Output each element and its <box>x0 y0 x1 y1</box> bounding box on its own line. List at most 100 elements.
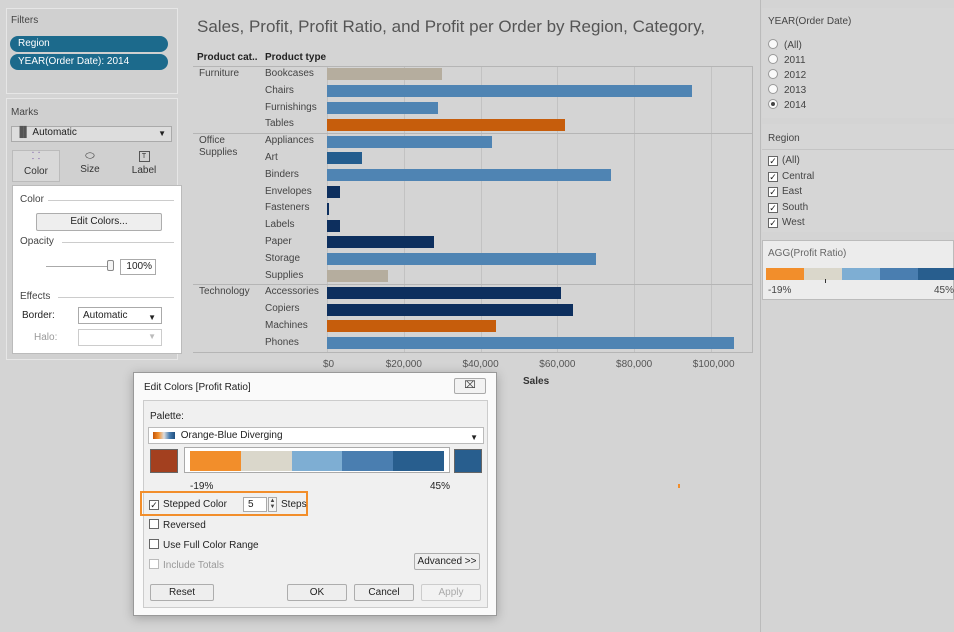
year-option-label: 2014 <box>784 100 807 111</box>
bar-chart-icon: ▐▌ <box>16 127 31 138</box>
radio-icon[interactable] <box>768 39 778 49</box>
col-header-type: Product type <box>265 52 327 63</box>
year-option[interactable]: 2013 <box>768 84 806 96</box>
bar-labels[interactable] <box>327 219 341 232</box>
radio-selected-icon[interactable] <box>768 99 778 109</box>
product-type-label: Tables <box>265 118 294 130</box>
legend-step-swatch <box>766 268 804 280</box>
edit-colors-button[interactable]: Edit Colors... <box>36 213 162 231</box>
checkbox-unchecked-icon <box>149 559 159 569</box>
bar-appliances[interactable] <box>327 135 493 148</box>
color-step-swatch <box>190 451 241 471</box>
label-button[interactable]: T Label <box>120 150 168 182</box>
product-type-label: Copiers <box>265 303 300 315</box>
checkbox-checked-icon[interactable]: ✓ <box>768 202 778 213</box>
checkbox-checked-icon[interactable]: ✓ <box>768 156 778 166</box>
bar-supplies[interactable] <box>327 270 389 282</box>
opacity-slider-handle[interactable] <box>107 260 114 271</box>
bar-furnishings[interactable] <box>327 102 439 114</box>
halo-dropdown[interactable]: ▼ <box>78 329 162 346</box>
filter-pill-year[interactable]: YEAR(Order Date): 2014 <box>10 54 168 70</box>
bar-phones[interactable] <box>327 337 734 350</box>
opacity-heading: Opacity <box>20 236 54 247</box>
bar-art[interactable] <box>327 152 362 165</box>
size-button-label: Size <box>80 164 100 175</box>
region-option[interactable]: ✓ West <box>768 217 805 228</box>
product-type-label: Supplies <box>265 269 304 281</box>
mark-type-dropdown[interactable]: ▐▌ Automatic ▼ <box>11 126 172 142</box>
full-range-checkbox[interactable]: Use Full Color Range <box>149 539 259 551</box>
color-heading: Color <box>20 194 44 205</box>
include-totals-checkbox[interactable]: Include Totals <box>149 559 224 571</box>
bar-storage[interactable] <box>327 253 596 266</box>
palette-dropdown[interactable]: Orange-Blue Diverging ▼ <box>148 427 484 444</box>
bar-tables[interactable] <box>327 118 565 131</box>
bar-envelopes[interactable] <box>327 186 341 198</box>
palette-gradient-icon <box>153 432 175 439</box>
stepped-color-checkbox[interactable]: ✓ Stepped Color <box>149 499 227 510</box>
year-option-label: 2013 <box>784 85 807 96</box>
opacity-slider-track[interactable] <box>46 266 112 267</box>
label-button-label: Label <box>131 165 157 176</box>
ok-button[interactable]: OK <box>287 584 347 601</box>
filters-title: Filters <box>11 15 39 26</box>
radio-icon[interactable] <box>768 84 778 94</box>
product-type-label: Labels <box>265 219 295 231</box>
product-type-label: Appliances <box>265 135 314 147</box>
x-tick-label: $100,000 <box>692 358 735 370</box>
cancel-button[interactable]: Cancel <box>354 584 414 601</box>
end-color-swatch[interactable] <box>454 449 482 473</box>
category-label: Furniture <box>199 68 240 79</box>
bar-chairs[interactable] <box>327 85 692 98</box>
bar-machines[interactable] <box>327 320 496 333</box>
reset-button[interactable]: Reset <box>150 584 214 601</box>
region-option-label: Central <box>782 170 815 182</box>
opacity-input[interactable]: 100% <box>120 259 156 275</box>
start-color-swatch[interactable] <box>150 449 178 473</box>
advanced-button[interactable]: Advanced >> <box>414 553 480 570</box>
dialog-close-button[interactable]: ⌧ <box>454 378 486 394</box>
apply-button[interactable]: Apply <box>421 584 481 601</box>
checkbox-unchecked-icon <box>149 519 159 529</box>
size-icon: ⬭ <box>85 150 95 162</box>
year-option-label: (All) <box>784 40 802 51</box>
checkbox-checked-icon[interactable]: ✓ <box>768 187 778 197</box>
bar-binders[interactable] <box>327 169 612 182</box>
product-type-label: Binders <box>265 168 299 180</box>
steps-spinner[interactable]: ▲ ▼ <box>268 497 277 512</box>
region-option[interactable]: ✓ (All) <box>768 155 800 166</box>
checkbox-checked-icon[interactable]: ✓ <box>768 218 778 228</box>
year-option[interactable]: 2011 <box>768 54 806 66</box>
color-button[interactable]: ⸬ Color <box>12 150 60 182</box>
region-option[interactable]: ✓ South <box>768 202 808 213</box>
size-button[interactable]: ⬭ Size <box>66 150 114 182</box>
region-option[interactable]: ✓ East <box>768 186 802 197</box>
year-option[interactable]: (All) <box>768 39 802 51</box>
bar-fasteners[interactable] <box>327 202 329 215</box>
bar-bookcases[interactable] <box>327 68 443 81</box>
border-label: Border: <box>22 310 55 321</box>
x-tick-label: $80,000 <box>616 358 653 370</box>
year-option[interactable]: 2014 <box>768 99 806 111</box>
checkbox-checked-icon: ✓ <box>149 500 159 510</box>
x-tick-label: $20,000 <box>385 358 422 370</box>
year-filter-title: YEAR(Order Date) <box>768 16 852 27</box>
filter-pill-region[interactable]: Region <box>10 36 168 52</box>
steps-input[interactable]: 5 <box>243 497 267 512</box>
bar-copiers[interactable] <box>327 303 573 316</box>
spinner-down-icon[interactable]: ▼ <box>270 504 276 510</box>
chevron-down-icon: ▼ <box>470 433 478 442</box>
region-option[interactable]: ✓ Central <box>768 171 814 182</box>
checkbox-checked-icon[interactable]: ✓ <box>768 171 778 182</box>
legend-step-swatch <box>918 268 954 280</box>
reversed-checkbox[interactable]: Reversed <box>149 519 206 531</box>
radio-icon[interactable] <box>768 69 778 79</box>
bar-accessories[interactable] <box>327 286 562 299</box>
region-title-rule <box>762 149 954 150</box>
bar-paper[interactable] <box>327 236 435 249</box>
border-dropdown[interactable]: Automatic ▼ <box>78 307 162 324</box>
year-option[interactable]: 2012 <box>768 69 806 81</box>
product-type-label: Chairs <box>265 84 294 96</box>
radio-icon[interactable] <box>768 54 778 64</box>
chevron-down-icon: ▼ <box>158 129 166 138</box>
